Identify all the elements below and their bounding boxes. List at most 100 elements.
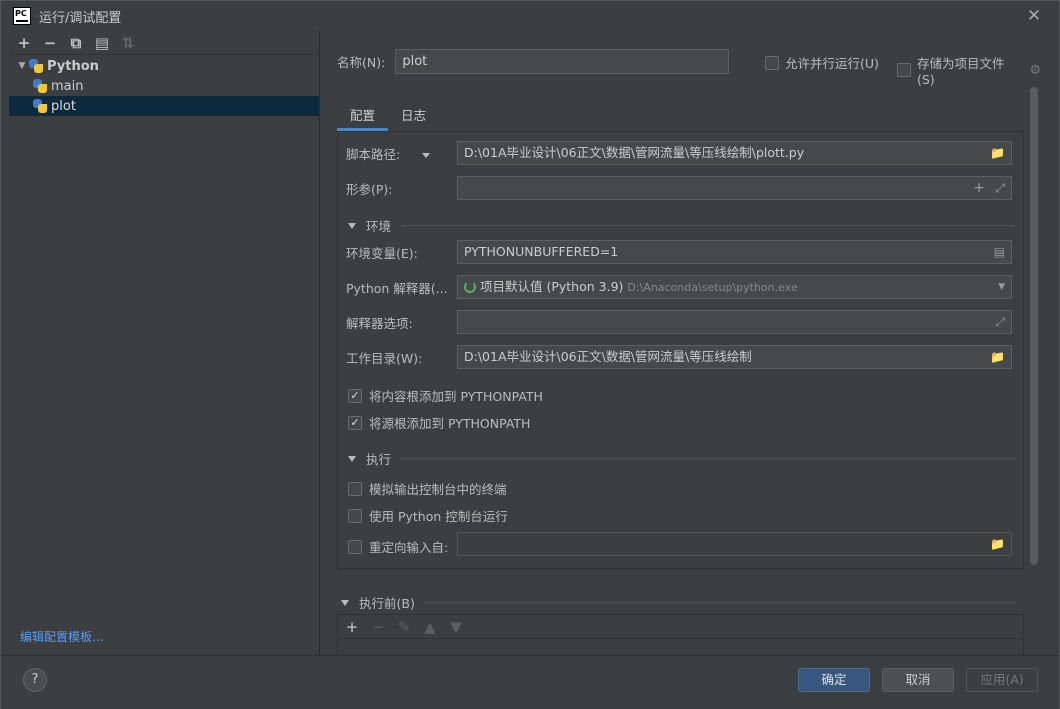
new-folder-icon[interactable]: ▤ <box>93 34 111 52</box>
script-path-label-text: 脚本路径: <box>346 146 401 162</box>
config-panel: 脚本路径: D:\01A毕业设计\06正文\数据\管网流量\等压线绘制\plot… <box>337 131 1024 569</box>
workdir-field[interactable]: D:\01A毕业设计\06正文\数据\管网流量\等压线绘制 📁 <box>457 345 1012 369</box>
add-source-roots-checkbox[interactable]: ✓ <box>348 415 362 430</box>
expand-icon[interactable]: ⤢ <box>995 311 1005 333</box>
dialog-footer: ? 确定 取消 应用(A) <box>1 655 1059 709</box>
tree-item-python[interactable]: ▼ Python <box>9 56 319 76</box>
chevron-down-icon[interactable]: ▼ <box>15 61 29 71</box>
allow-parallel-label: 允许并行运行(U) <box>785 56 879 71</box>
chevron-down-icon <box>422 152 431 158</box>
remove-config-icon[interactable]: − <box>41 34 59 52</box>
collapse-triangle-icon <box>341 599 349 606</box>
tab-config[interactable]: 配置 <box>337 103 389 131</box>
before-launch-panel: + − ✎ ▲ ▼ <box>337 614 1024 656</box>
name-input[interactable]: plot <box>395 49 730 74</box>
workdir-row: 工作目录(W): <box>346 345 456 369</box>
exec-section-header[interactable]: 执行 <box>348 449 1015 468</box>
gear-icon[interactable]: ⚙ <box>1029 63 1041 78</box>
add-icon[interactable]: + <box>973 177 985 199</box>
config-tree: ▼ Python main plot <box>9 56 319 116</box>
tree-toolbar: + − ⧉ ▤ ⇅ <box>9 31 319 55</box>
loading-spinner-icon <box>464 281 476 293</box>
script-path-value: D:\01A毕业设计\06正文\数据\管网流量\等压线绘制\plott.py <box>464 145 805 160</box>
move-up-icon[interactable]: ▲ <box>422 618 438 636</box>
allow-parallel-checkbox[interactable] <box>765 55 779 70</box>
before-launch-toolbar: + − ✎ ▲ ▼ <box>338 615 1023 639</box>
name-label: 名称(N): <box>337 55 386 70</box>
add-source-roots-option[interactable]: ✓ 将源根添加到 PYTHONPATH <box>348 413 530 432</box>
env-vars-label: 环境变量(E): <box>346 245 418 261</box>
cancel-button[interactable]: 取消 <box>882 668 954 692</box>
params-label: 形参(P): <box>346 181 393 197</box>
redirect-input-label: 重定向输入自: <box>369 540 449 555</box>
python-icon <box>29 59 43 73</box>
store-as-file-label: 存储为项目文件(S) <box>917 56 1005 87</box>
divider <box>401 458 1015 459</box>
chevron-down-icon[interactable]: ▼ <box>998 276 1005 298</box>
script-path-row: 脚本路径: <box>346 141 456 165</box>
config-tree-panel: + − ⧉ ▤ ⇅ ▼ Python main plot 编辑配置模板... <box>9 31 320 655</box>
folder-icon[interactable]: 📁 <box>990 142 1005 164</box>
folder-icon[interactable]: 📁 <box>990 346 1005 368</box>
interp-options-field[interactable]: ⤢ <box>457 310 1012 334</box>
vertical-scrollbar[interactable] <box>1030 87 1038 565</box>
config-editor: 名称(N): plot 允许并行运行(U) 存储为项目文件(S) ⚙ 配置 日志… <box>321 31 1041 656</box>
emulate-terminal-option[interactable]: 模拟输出控制台中的终端 <box>348 479 507 498</box>
tree-item-label: main <box>51 78 84 94</box>
emulate-terminal-checkbox[interactable] <box>348 481 362 496</box>
tree-item-plot[interactable]: plot <box>9 96 319 116</box>
add-content-roots-label: 将内容根添加到 PYTHONPATH <box>369 389 543 404</box>
allow-parallel-option[interactable]: 允许并行运行(U) <box>765 53 879 72</box>
interp-options-label: 解释器选项: <box>346 315 413 331</box>
add-config-icon[interactable]: + <box>15 34 33 52</box>
add-content-roots-checkbox[interactable]: ✓ <box>348 388 362 403</box>
list-icon[interactable]: ▤ <box>994 241 1005 263</box>
params-field[interactable]: + ⤢ <box>457 176 1012 200</box>
emulate-terminal-label: 模拟输出控制台中的终端 <box>369 482 507 497</box>
tree-item-label: Python <box>47 58 99 74</box>
add-content-roots-option[interactable]: ✓ 将内容根添加到 PYTHONPATH <box>348 386 543 405</box>
collapse-triangle-icon <box>348 455 356 462</box>
tab-logs[interactable]: 日志 <box>388 103 439 131</box>
store-as-file-option[interactable]: 存储为项目文件(S) ⚙ <box>897 53 1041 87</box>
move-down-icon[interactable]: ▼ <box>448 618 464 636</box>
interpreter-value: 项目默认值 (Python 3.9) <box>480 279 624 294</box>
pycharm-app-icon: PC <box>13 7 31 25</box>
sort-icon[interactable]: ⇅ <box>119 34 137 52</box>
app-icon-text: PC <box>15 9 27 18</box>
help-icon[interactable]: ? <box>23 668 47 692</box>
collapse-triangle-icon <box>348 222 356 229</box>
config-tabs: 配置 日志 <box>337 103 439 131</box>
store-as-file-checkbox[interactable] <box>897 63 911 77</box>
tree-item-main[interactable]: main <box>9 76 319 96</box>
divider <box>422 602 1016 603</box>
before-launch-label: 执行前(B) <box>359 596 415 611</box>
copy-config-icon[interactable]: ⧉ <box>67 34 85 52</box>
before-launch-header[interactable]: 执行前(B) <box>341 593 1016 612</box>
redirect-input-option[interactable]: 重定向输入自: <box>348 537 448 556</box>
apply-button[interactable]: 应用(A) <box>966 668 1038 692</box>
close-icon[interactable]: ✕ <box>1025 7 1043 25</box>
interp-options-row: 解释器选项: <box>346 310 456 334</box>
divider <box>401 225 1015 226</box>
remove-icon[interactable]: − <box>370 618 386 636</box>
ok-button[interactable]: 确定 <box>798 668 870 692</box>
python-console-option[interactable]: 使用 Python 控制台运行 <box>348 506 508 525</box>
script-path-label[interactable]: 脚本路径: <box>346 144 456 163</box>
run-debug-config-dialog: PC 运行/调试配置 ✕ + − ⧉ ▤ ⇅ ▼ Python main plo… <box>0 0 1060 709</box>
env-section-header[interactable]: 环境 <box>348 216 1015 235</box>
env-vars-row: 环境变量(E): <box>346 240 456 264</box>
interpreter-select[interactable]: 项目默认值 (Python 3.9) D:\Anaconda\setup\pyt… <box>457 275 1012 299</box>
edit-icon[interactable]: ✎ <box>396 618 412 636</box>
tree-item-label: plot <box>51 98 76 114</box>
python-console-checkbox[interactable] <box>348 508 362 523</box>
script-path-field[interactable]: D:\01A毕业设计\06正文\数据\管网流量\等压线绘制\plott.py 📁 <box>457 141 1012 165</box>
expand-icon[interactable]: ⤢ <box>995 177 1005 199</box>
env-vars-field[interactable]: PYTHONUNBUFFERED=1 ▤ <box>457 240 1012 264</box>
add-icon[interactable]: + <box>344 618 360 636</box>
folder-icon[interactable]: 📁 <box>990 533 1005 555</box>
env-section-label: 环境 <box>366 219 392 234</box>
redirect-input-checkbox[interactable] <box>348 539 362 554</box>
redirect-input-field[interactable]: 📁 <box>457 532 1012 556</box>
edit-templates-link[interactable]: 编辑配置模板... <box>20 628 103 645</box>
